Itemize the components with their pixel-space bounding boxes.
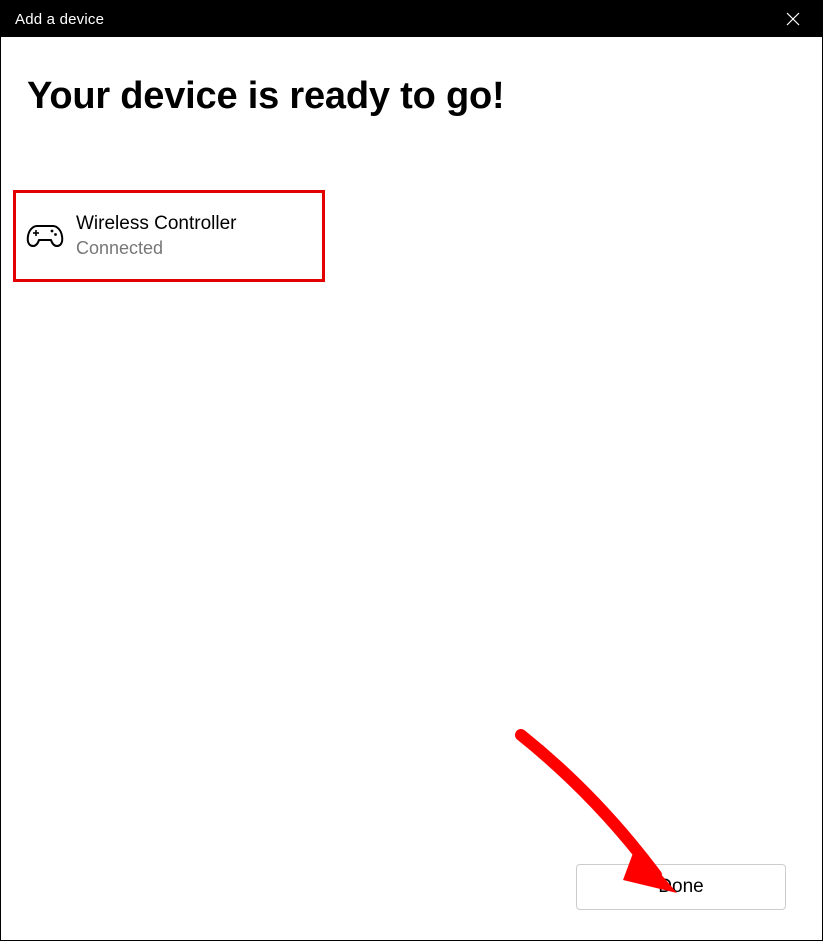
controller-icon (24, 215, 66, 257)
device-name: Wireless Controller (76, 212, 236, 237)
titlebar: Add a device (1, 1, 822, 37)
close-button[interactable] (778, 4, 808, 34)
dialog-window: Add a device Your device is ready to go! (0, 0, 823, 941)
dialog-content: Your device is ready to go! Wireless Con… (1, 37, 822, 940)
done-button[interactable]: Done (576, 864, 786, 910)
device-item-highlight: Wireless Controller Connected (13, 190, 325, 282)
window-title: Add a device (15, 11, 104, 28)
device-status: Connected (76, 237, 236, 260)
close-icon (786, 12, 800, 26)
device-text: Wireless Controller Connected (76, 212, 236, 260)
page-title: Your device is ready to go! (27, 75, 796, 118)
